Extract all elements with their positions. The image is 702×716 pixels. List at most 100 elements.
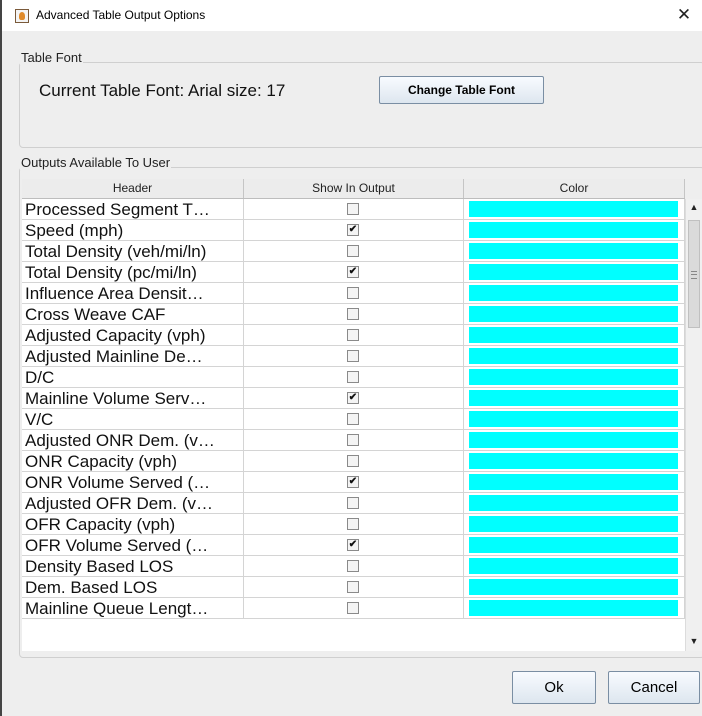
column-header-show[interactable]: Show In Output (244, 179, 464, 198)
table-row[interactable]: Cross Weave CAF (22, 304, 685, 325)
table-row[interactable]: ONR Volume Served (… ✔ (22, 472, 685, 493)
table-row[interactable]: OFR Volume Served (… ✔ (22, 535, 685, 556)
cancel-button[interactable]: Cancel (608, 671, 700, 704)
checkbox-unchecked[interactable] (347, 245, 359, 257)
scroll-up-icon[interactable]: ▲ (686, 199, 702, 215)
color-swatch[interactable] (469, 369, 678, 385)
color-swatch[interactable] (469, 201, 678, 217)
checkbox-checked[interactable]: ✔ (347, 476, 359, 488)
table-row[interactable]: Total Density (veh/mi/ln) (22, 241, 685, 262)
table-row[interactable]: Mainline Queue Lengt… (22, 598, 685, 619)
checkbox-unchecked[interactable] (347, 203, 359, 215)
column-header-color[interactable]: Color (464, 179, 685, 198)
row-header-cell[interactable]: D/C (22, 367, 244, 388)
table-row[interactable]: Adjusted Capacity (vph) (22, 325, 685, 346)
checkbox-checked[interactable]: ✔ (347, 392, 359, 404)
row-header-cell[interactable]: Total Density (veh/mi/ln) (22, 241, 244, 262)
color-swatch[interactable] (469, 264, 678, 280)
checkbox-unchecked[interactable] (347, 518, 359, 530)
color-swatch[interactable] (469, 243, 678, 259)
checkbox-unchecked[interactable] (347, 350, 359, 362)
color-swatch[interactable] (469, 306, 678, 322)
table-row[interactable]: Adjusted OFR Dem. (v… (22, 493, 685, 514)
row-header-cell[interactable]: Mainline Volume Serv… (22, 388, 244, 409)
table-row[interactable]: Adjusted Mainline De… (22, 346, 685, 367)
row-header-cell[interactable]: Total Density (pc/mi/ln) (22, 262, 244, 283)
table-row[interactable]: Density Based LOS (22, 556, 685, 577)
change-table-font-button[interactable]: Change Table Font (379, 76, 544, 104)
color-swatch[interactable] (469, 432, 678, 448)
table-row[interactable]: Total Density (pc/mi/ln) ✔ (22, 262, 685, 283)
color-swatch[interactable] (469, 348, 678, 364)
color-swatch[interactable] (469, 516, 678, 532)
row-header-cell[interactable]: V/C (22, 409, 244, 430)
row-header-cell[interactable]: Dem. Based LOS (22, 577, 244, 598)
checkbox-unchecked[interactable] (347, 287, 359, 299)
color-swatch[interactable] (469, 537, 678, 553)
row-header-cell[interactable]: ONR Capacity (vph) (22, 451, 244, 472)
checkbox-unchecked[interactable] (347, 371, 359, 383)
table-row[interactable]: Speed (mph) ✔ (22, 220, 685, 241)
checkbox-checked[interactable]: ✔ (347, 539, 359, 551)
row-header-cell[interactable]: Adjusted ONR Dem. (v… (22, 430, 244, 451)
scroll-down-icon[interactable]: ▼ (686, 633, 702, 649)
row-header-cell[interactable]: Adjusted Mainline De… (22, 346, 244, 367)
row-header-cell[interactable]: Adjusted Capacity (vph) (22, 325, 244, 346)
checkbox-unchecked[interactable] (347, 455, 359, 467)
row-header-cell[interactable]: OFR Capacity (vph) (22, 514, 244, 535)
row-header-cell[interactable]: Cross Weave CAF (22, 304, 244, 325)
column-header-header[interactable]: Header (22, 179, 244, 198)
row-header-cell[interactable]: Mainline Queue Lengt… (22, 598, 244, 619)
row-header-cell[interactable]: Adjusted OFR Dem. (v… (22, 493, 244, 514)
color-swatch[interactable] (469, 411, 678, 427)
dialog-window: Advanced Table Output Options ✕ Table Fo… (0, 0, 702, 716)
show-in-output-cell (244, 304, 464, 325)
table-row[interactable]: Dem. Based LOS (22, 577, 685, 598)
table-row[interactable]: Adjusted ONR Dem. (v… (22, 430, 685, 451)
close-icon[interactable]: ✕ (674, 3, 694, 27)
row-header-cell[interactable]: OFR Volume Served (… (22, 535, 244, 556)
checkbox-unchecked[interactable] (347, 560, 359, 572)
checkbox-unchecked[interactable] (347, 602, 359, 614)
color-cell (464, 430, 685, 451)
checkbox-unchecked[interactable] (347, 308, 359, 320)
color-swatch[interactable] (469, 579, 678, 595)
color-swatch[interactable] (469, 558, 678, 574)
ok-button[interactable]: Ok (512, 671, 596, 704)
show-in-output-cell (244, 199, 464, 220)
row-header-cell[interactable]: Speed (mph) (22, 220, 244, 241)
row-header-cell[interactable]: Density Based LOS (22, 556, 244, 577)
scroll-thumb[interactable] (688, 220, 700, 328)
row-header-cell[interactable]: Influence Area Densit… (22, 283, 244, 304)
color-swatch[interactable] (469, 327, 678, 343)
row-header-cell[interactable]: ONR Volume Served (… (22, 472, 244, 493)
table-row[interactable]: Processed Segment T… (22, 199, 685, 220)
checkbox-unchecked[interactable] (347, 497, 359, 509)
checkbox-unchecked[interactable] (347, 413, 359, 425)
color-swatch[interactable] (469, 453, 678, 469)
table-row[interactable]: Influence Area Densit… (22, 283, 685, 304)
color-swatch[interactable] (469, 495, 678, 511)
color-swatch[interactable] (469, 600, 678, 616)
color-swatch[interactable] (469, 390, 678, 406)
checkbox-unchecked[interactable] (347, 581, 359, 593)
color-cell (464, 472, 685, 493)
table-header: Header Show In Output Color (22, 179, 685, 199)
color-swatch[interactable] (469, 222, 678, 238)
vertical-scrollbar[interactable]: ▲ ▼ (685, 199, 702, 651)
color-swatch[interactable] (469, 474, 678, 490)
color-swatch[interactable] (469, 285, 678, 301)
table-row[interactable]: Mainline Volume Serv… ✔ (22, 388, 685, 409)
color-cell (464, 283, 685, 304)
row-header-cell[interactable]: Processed Segment T… (22, 199, 244, 220)
table-row[interactable]: ONR Capacity (vph) (22, 451, 685, 472)
checkbox-unchecked[interactable] (347, 434, 359, 446)
checkbox-checked[interactable]: ✔ (347, 266, 359, 278)
checkbox-unchecked[interactable] (347, 329, 359, 341)
table-row[interactable]: D/C (22, 367, 685, 388)
table-row[interactable]: OFR Capacity (vph) (22, 514, 685, 535)
title-bar[interactable]: Advanced Table Output Options ✕ (2, 0, 702, 31)
table-row[interactable]: V/C (22, 409, 685, 430)
checkbox-checked[interactable]: ✔ (347, 224, 359, 236)
show-in-output-cell (244, 367, 464, 388)
